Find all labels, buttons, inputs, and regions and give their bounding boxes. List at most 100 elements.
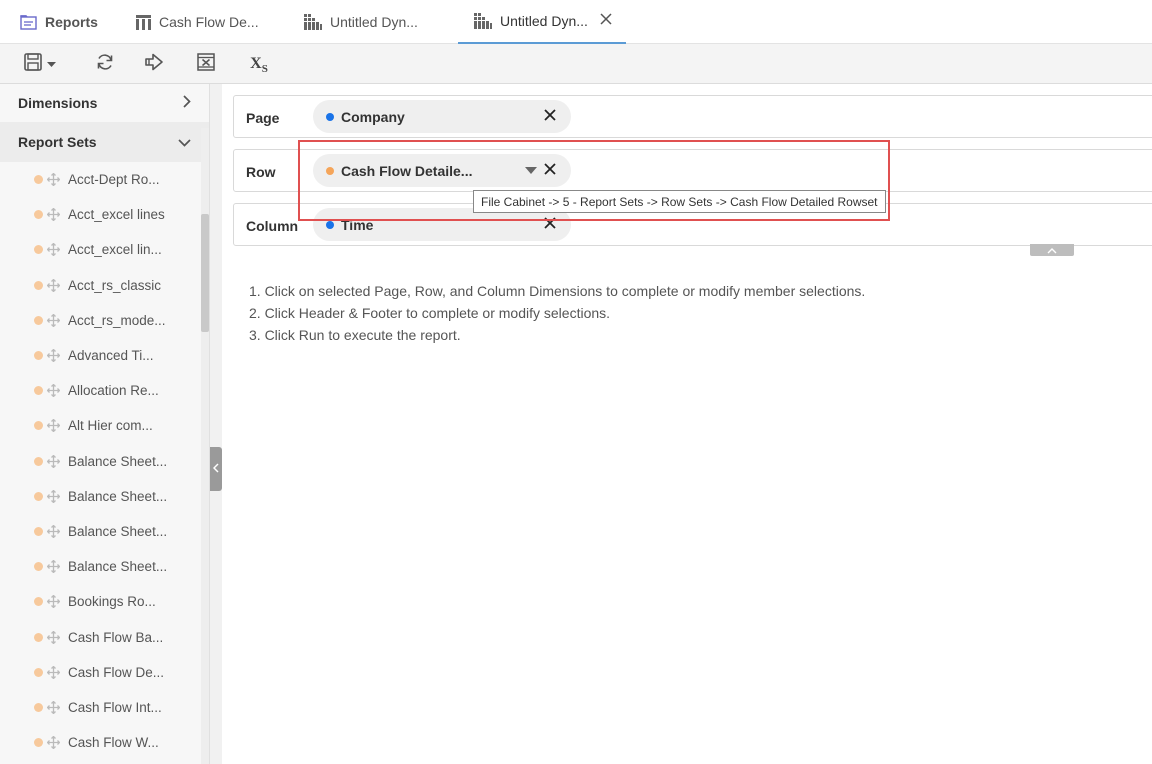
- list-item[interactable]: Acct_rs_classic: [0, 268, 201, 303]
- list-item[interactable]: Balance Sheet...: [0, 444, 201, 479]
- move-icon[interactable]: [47, 700, 60, 714]
- sidebar-report-sets-label: Report Sets: [18, 134, 97, 150]
- move-icon[interactable]: [47, 595, 60, 609]
- move-icon[interactable]: [47, 665, 60, 679]
- list-item-label: Balance Sheet...: [68, 559, 168, 575]
- status-dot: [34, 210, 43, 220]
- list-item-label: Cash Flow Int...: [68, 699, 162, 715]
- close-icon[interactable]: [543, 108, 557, 122]
- list-item-label: Balance Sheet...: [68, 523, 168, 539]
- toolbar: XS: [0, 44, 1152, 84]
- expand-toggle-button[interactable]: [1030, 244, 1074, 256]
- row-dimension-chip[interactable]: Cash Flow Detaile...: [313, 154, 571, 187]
- list-item-label: Balance Sheet...: [68, 453, 168, 469]
- panel-divider: [210, 84, 222, 764]
- dropdown-caret-icon[interactable]: [525, 167, 537, 174]
- sidebar-dimensions-label: Dimensions: [18, 95, 98, 111]
- status-dot: [34, 351, 43, 361]
- move-icon[interactable]: [47, 313, 60, 327]
- page-row-label: Page: [246, 109, 280, 126]
- move-icon[interactable]: [47, 736, 60, 750]
- close-icon[interactable]: [543, 162, 557, 176]
- status-dot: [34, 526, 43, 536]
- list-item[interactable]: Acct_excel lines: [0, 197, 201, 232]
- chip-label: Time: [341, 216, 374, 233]
- status-dot: [34, 175, 43, 185]
- list-item[interactable]: Acct-Dept Ro...: [0, 162, 201, 197]
- status-dot: [34, 702, 43, 712]
- move-icon[interactable]: [47, 349, 60, 363]
- move-icon[interactable]: [47, 278, 60, 292]
- status-dot: [34, 386, 43, 396]
- row-row-label: Row: [246, 163, 276, 180]
- status-dot: [34, 456, 43, 466]
- move-icon[interactable]: [47, 489, 60, 503]
- page-row: Page Company: [233, 95, 1152, 138]
- list-item[interactable]: Cash Flow Ba...: [0, 619, 201, 654]
- tab-label: Untitled Dyn...: [330, 14, 418, 30]
- move-icon[interactable]: [47, 173, 60, 187]
- list-item[interactable]: Cash Flow De...: [0, 655, 201, 690]
- list-item[interactable]: Balance Sheet...: [0, 549, 201, 584]
- move-icon[interactable]: [47, 208, 60, 222]
- xs-label: X: [250, 55, 262, 72]
- chip-label: Cash Flow Detaile...: [341, 162, 473, 179]
- run-button[interactable]: [144, 52, 166, 76]
- sidebar-scrollbar-thumb[interactable]: [201, 214, 209, 332]
- chevron-down-icon: [47, 55, 56, 73]
- status-dot: [34, 738, 43, 748]
- dynamic-grid-icon: [474, 13, 492, 29]
- list-item-label: Balance Sheet...: [68, 488, 168, 504]
- chevron-right-icon: [183, 95, 191, 111]
- tab-untitled-dyn-1[interactable]: Untitled Dyn...: [304, 0, 418, 44]
- dynamic-grid-icon: [304, 14, 322, 30]
- tab-untitled-dyn-active[interactable]: Untitled Dyn...: [458, 0, 626, 44]
- move-icon[interactable]: [47, 524, 60, 538]
- collapse-sidebar-button[interactable]: [210, 447, 222, 491]
- refresh-button[interactable]: [94, 52, 116, 76]
- list-item[interactable]: Allocation Re...: [0, 373, 201, 408]
- list-item[interactable]: Balance Sheet...: [0, 514, 201, 549]
- move-icon[interactable]: [47, 560, 60, 574]
- close-icon[interactable]: [543, 216, 557, 230]
- tab-cash-flow[interactable]: Cash Flow De...: [136, 0, 259, 44]
- status-dot: [326, 220, 334, 229]
- move-icon[interactable]: [47, 384, 60, 398]
- list-item[interactable]: Acct_excel lin...: [0, 232, 201, 267]
- list-item-label: Cash Flow De...: [68, 664, 165, 680]
- close-icon[interactable]: [600, 12, 612, 30]
- list-item[interactable]: Alt Hier com...: [0, 408, 201, 443]
- list-item[interactable]: Advanced Ti...: [0, 338, 201, 373]
- status-dot: [34, 421, 43, 431]
- move-icon[interactable]: [47, 243, 60, 257]
- status-dot: [34, 491, 43, 501]
- list-item-label: Cash Flow Ba...: [68, 629, 164, 645]
- status-dot: [34, 315, 43, 325]
- report-set-list: Acct-Dept Ro... Acct_excel lines Acct_ex…: [0, 162, 201, 760]
- chevron-up-icon: [1047, 241, 1057, 259]
- list-item-label: Acct_rs_mode...: [68, 312, 166, 328]
- list-item[interactable]: Cash Flow W...: [0, 725, 201, 760]
- export-excel-button[interactable]: [195, 52, 217, 76]
- page-dimension-chip[interactable]: Company: [313, 100, 571, 133]
- list-item-label: Acct_excel lines: [68, 207, 165, 223]
- path-tooltip: File Cabinet -> 5 - Report Sets -> Row S…: [473, 190, 886, 213]
- list-item[interactable]: Acct_rs_mode...: [0, 303, 201, 338]
- move-icon[interactable]: [47, 419, 60, 433]
- sidebar-dimensions-header[interactable]: Dimensions: [0, 84, 209, 122]
- list-item[interactable]: Bookings Ro...: [0, 584, 201, 619]
- list-item[interactable]: Balance Sheet...: [0, 479, 201, 514]
- move-icon[interactable]: [47, 630, 60, 644]
- list-item-label: Acct_rs_classic: [68, 277, 162, 293]
- sidebar-report-sets-header[interactable]: Report Sets: [0, 122, 209, 162]
- status-dot: [34, 562, 43, 572]
- list-item-label: Cash Flow W...: [68, 735, 159, 751]
- column-row-label: Column: [246, 217, 299, 234]
- move-icon[interactable]: [47, 454, 60, 468]
- save-menu-button[interactable]: [22, 52, 58, 76]
- xs-formula-button[interactable]: XS: [247, 52, 271, 76]
- instructions: 1. Click on selected Page, Row, and Colu…: [249, 280, 865, 346]
- list-item[interactable]: Cash Flow Int...: [0, 690, 201, 725]
- tab-reports[interactable]: Reports: [20, 0, 98, 44]
- xs-sub: S: [261, 62, 268, 75]
